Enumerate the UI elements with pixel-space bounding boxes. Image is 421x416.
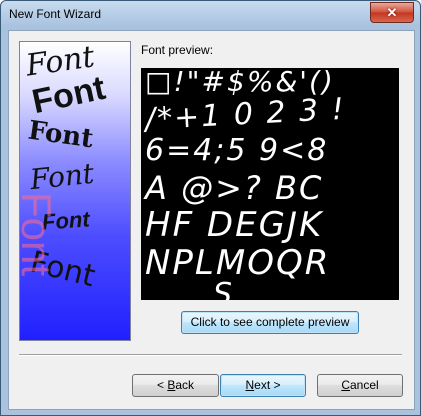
back-prefix: < [156, 378, 168, 392]
preview-line: □!"#$%&'() [145, 68, 335, 98]
title-bar[interactable]: New Font Wizard ✕ [1, 1, 420, 29]
cancel-label-rest: ancel [349, 378, 379, 392]
wizard-window: New Font Wizard ✕ Font Font Font Font Fo… [0, 0, 421, 416]
window-title: New Font Wizard [9, 7, 102, 21]
complete-preview-button[interactable]: Click to see complete preview [181, 311, 359, 334]
wizard-body: Font Font Font Font Font Font Font Font … [8, 30, 415, 410]
font-preview-label: Font preview: [141, 43, 214, 57]
cancel-mnemonic: C [341, 378, 350, 392]
preview-line: /*+1 0 2 3 ! [144, 91, 347, 138]
close-button[interactable]: ✕ [370, 2, 414, 23]
complete-preview-label: Click to see complete preview [190, 315, 350, 329]
back-button[interactable]: < Back [132, 374, 219, 397]
side-image-word: Font [26, 115, 96, 155]
preview-line: NPLMOQR [145, 243, 331, 283]
back-label-rest: ack [175, 378, 195, 392]
next-label-rest: ext > [254, 378, 281, 392]
next-mnemonic: N [245, 378, 255, 392]
cancel-button[interactable]: Cancel [317, 374, 403, 397]
preview-line: HF DEGJK [145, 205, 324, 245]
preview-line: S [213, 277, 235, 301]
wizard-side-image: Font Font Font Font Font Font Font [19, 41, 131, 341]
preview-line: A @>? BC [145, 169, 324, 207]
button-separator [19, 354, 402, 356]
preview-line: 6=4;5 9<8 [145, 133, 329, 168]
side-image-word: Font [19, 192, 60, 277]
next-button[interactable]: Next > [220, 374, 306, 397]
font-preview-box: □!"#$%&'() /*+1 0 2 3 ! 6=4;5 9<8 A @>? … [141, 68, 399, 300]
close-icon: ✕ [386, 4, 398, 20]
side-image-word: Font [28, 156, 96, 197]
